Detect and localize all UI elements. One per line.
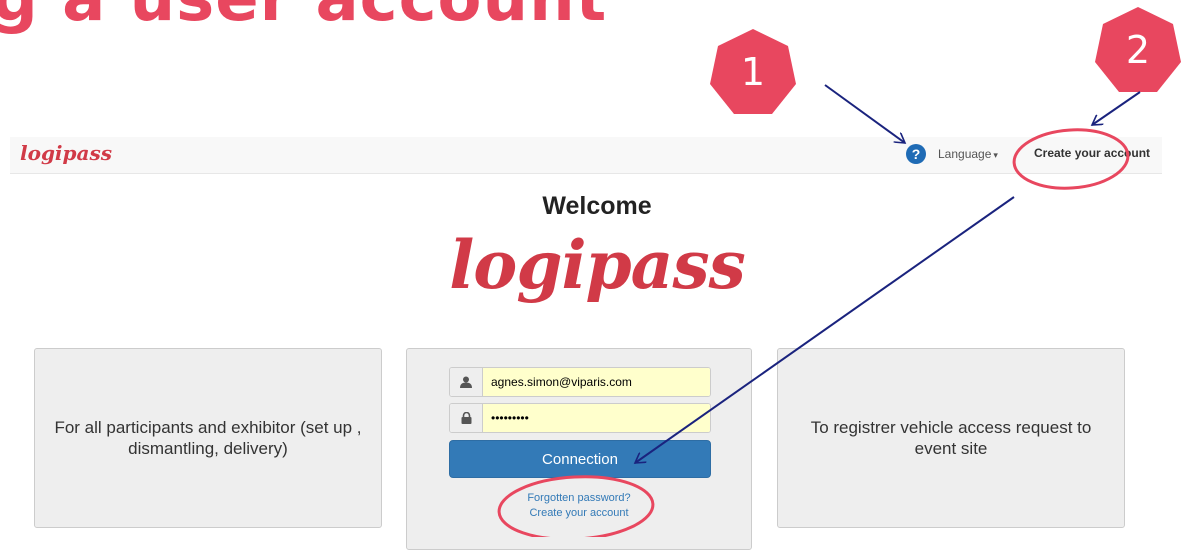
create-account-nav-link[interactable]: Create your account — [1034, 146, 1150, 160]
slide-title: g a user account — [0, 0, 607, 36]
welcome-heading: Welcome — [542, 192, 652, 220]
vehicle-access-panel[interactable]: To registrer vehicle access request to e… — [777, 348, 1125, 528]
caret-down-icon: ▾ — [993, 150, 998, 160]
callout-badge-2: 2 — [1093, 5, 1183, 95]
arrow-1 — [824, 84, 905, 143]
arrow-2 — [1092, 91, 1141, 125]
top-navbar: logipass ? Language ▾ Create your account — [10, 137, 1162, 174]
participants-panel-text: For all participants and exhibitor (set … — [54, 418, 362, 458]
language-dropdown[interactable]: Language ▾ — [938, 147, 998, 161]
forgotten-password-link[interactable]: Forgotten password? — [407, 492, 751, 504]
participants-panel[interactable]: For all participants and exhibitor (set … — [34, 348, 382, 528]
logipass-logo: logipass — [449, 226, 746, 304]
help-icon[interactable]: ? — [906, 144, 926, 164]
language-label: Language — [938, 147, 992, 161]
user-icon — [450, 368, 483, 396]
badge-number: 2 — [1125, 28, 1151, 72]
password-field[interactable] — [483, 404, 710, 432]
callout-badge-1: 1 — [708, 27, 798, 117]
brand-logo[interactable]: logipass — [20, 141, 112, 165]
badge-number: 1 — [740, 50, 766, 94]
password-input-group — [449, 403, 711, 433]
email-field[interactable] — [483, 368, 710, 396]
create-account-link[interactable]: Create your account — [407, 507, 751, 519]
login-panel: Connection Forgotten password? Create yo… — [406, 348, 752, 550]
lock-icon — [450, 404, 483, 432]
vehicle-access-panel-text: To registrer vehicle access request to e… — [810, 418, 1092, 458]
connection-button[interactable]: Connection — [449, 440, 711, 478]
email-input-group — [449, 367, 711, 397]
